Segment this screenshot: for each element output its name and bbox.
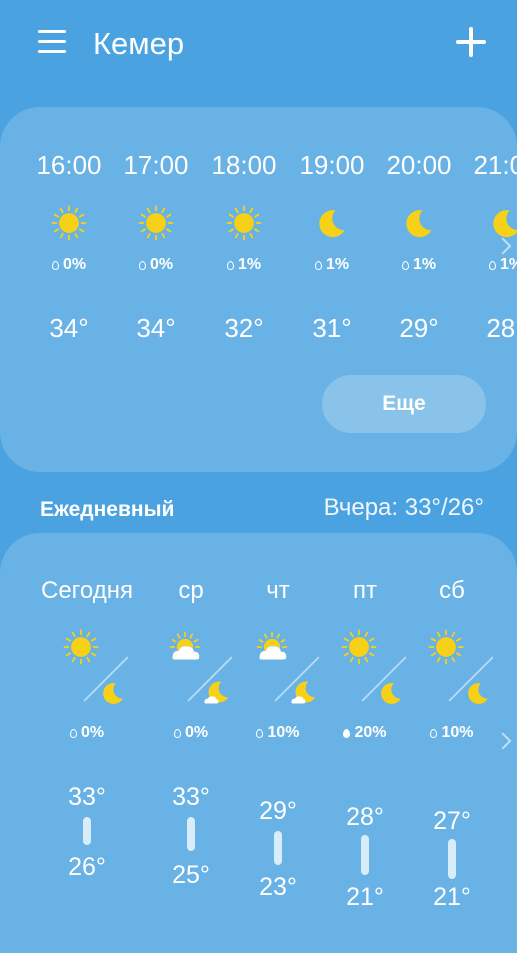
raindrop-icon: [430, 729, 438, 738]
high-temp: 27°: [433, 807, 471, 835]
high-temp: 33°: [172, 783, 210, 811]
more-button[interactable]: Еще: [322, 375, 486, 433]
raindrop-icon: [401, 261, 409, 270]
hour-time: 20:00: [386, 150, 452, 180]
precip-chance: 1%: [462, 255, 517, 275]
hour-time: 18:00: [211, 150, 277, 180]
raindrop-icon: [343, 729, 351, 738]
hour-time: 16:00: [36, 150, 102, 180]
sun-icon: [428, 629, 464, 665]
sun-icon: [138, 205, 174, 241]
high-temp: 29°: [259, 797, 297, 825]
partly-cloudy-icon: [167, 629, 203, 665]
moon-icon: [99, 679, 127, 707]
raindrop-icon: [173, 729, 181, 738]
precip-chance: 0%: [43, 723, 131, 743]
temp-range-bar: [187, 817, 195, 851]
moon-icon: [314, 205, 350, 241]
hamburger-menu-icon[interactable]: [38, 28, 68, 56]
precip-chance: 0%: [112, 255, 200, 275]
raindrop-icon: [226, 261, 234, 270]
hour-temp: 34°: [49, 313, 89, 343]
precip-chance: 1%: [375, 255, 463, 275]
sun-icon: [341, 629, 377, 665]
temp-range-bar: [274, 831, 282, 865]
temp-range-bar: [361, 835, 369, 875]
low-temp: 25°: [172, 861, 210, 889]
hour-temp: 31°: [312, 313, 352, 343]
raindrop-icon: [488, 261, 496, 270]
low-temp: 21°: [433, 883, 471, 911]
low-temp: 26°: [68, 853, 106, 881]
daily-title: Ежедневный: [40, 498, 175, 521]
hour-temp: 32°: [224, 313, 264, 343]
temp-range-bar: [448, 839, 456, 879]
precip-chance: 1%: [200, 255, 288, 275]
hourly-forecast-card[interactable]: 16:00 0% 34° 17:00 0% 34° 18:00 1% 32° 19:00 1% 31°…: [0, 107, 517, 472]
raindrop-icon: [69, 729, 77, 738]
sun-icon: [63, 629, 99, 665]
cloudy-night-icon: [203, 679, 231, 707]
high-temp: 33°: [68, 783, 106, 811]
raindrop-icon: [138, 261, 146, 270]
precip-chance: 1%: [288, 255, 376, 275]
precip-chance: 0%: [147, 723, 235, 743]
hour-time: 17:00: [123, 150, 189, 180]
hour-time: 19:00: [299, 150, 365, 180]
scroll-right-chevron-icon[interactable]: [494, 732, 512, 750]
sun-icon: [226, 205, 262, 241]
cloudy-night-icon: [290, 679, 318, 707]
raindrop-icon: [256, 729, 264, 738]
city-title: Кемер: [93, 26, 185, 61]
hour-temp: 28°: [486, 313, 517, 343]
precip-chance: 10%: [408, 723, 496, 743]
hour-time: 21:00: [473, 150, 517, 180]
high-temp: 28°: [346, 803, 384, 831]
low-temp: 21°: [346, 883, 384, 911]
day-name: сб: [439, 577, 465, 604]
moon-icon: [377, 679, 405, 707]
moon-icon: [401, 205, 437, 241]
raindrop-icon: [51, 261, 59, 270]
precip-chance: 20%: [321, 723, 409, 743]
temp-range-bar: [83, 817, 91, 845]
precip-chance: 0%: [25, 255, 113, 275]
raindrop-icon: [314, 261, 322, 270]
hour-temp: 29°: [399, 313, 439, 343]
add-city-icon[interactable]: [455, 26, 487, 58]
hour-temp: 34°: [136, 313, 176, 343]
precip-chance: 10%: [234, 723, 322, 743]
daily-forecast-card[interactable]: Сегодня 0% 33° 26° ср 0% 33° 25° чт 10% 29° 23° пт 20…: [0, 533, 517, 953]
yesterday-temps: Вчера: 33°/26°: [323, 494, 484, 521]
partly-cloudy-icon: [254, 629, 290, 665]
moon-icon: [464, 679, 492, 707]
low-temp: 23°: [259, 873, 297, 901]
sun-icon: [51, 205, 87, 241]
moon-icon: [488, 205, 517, 241]
